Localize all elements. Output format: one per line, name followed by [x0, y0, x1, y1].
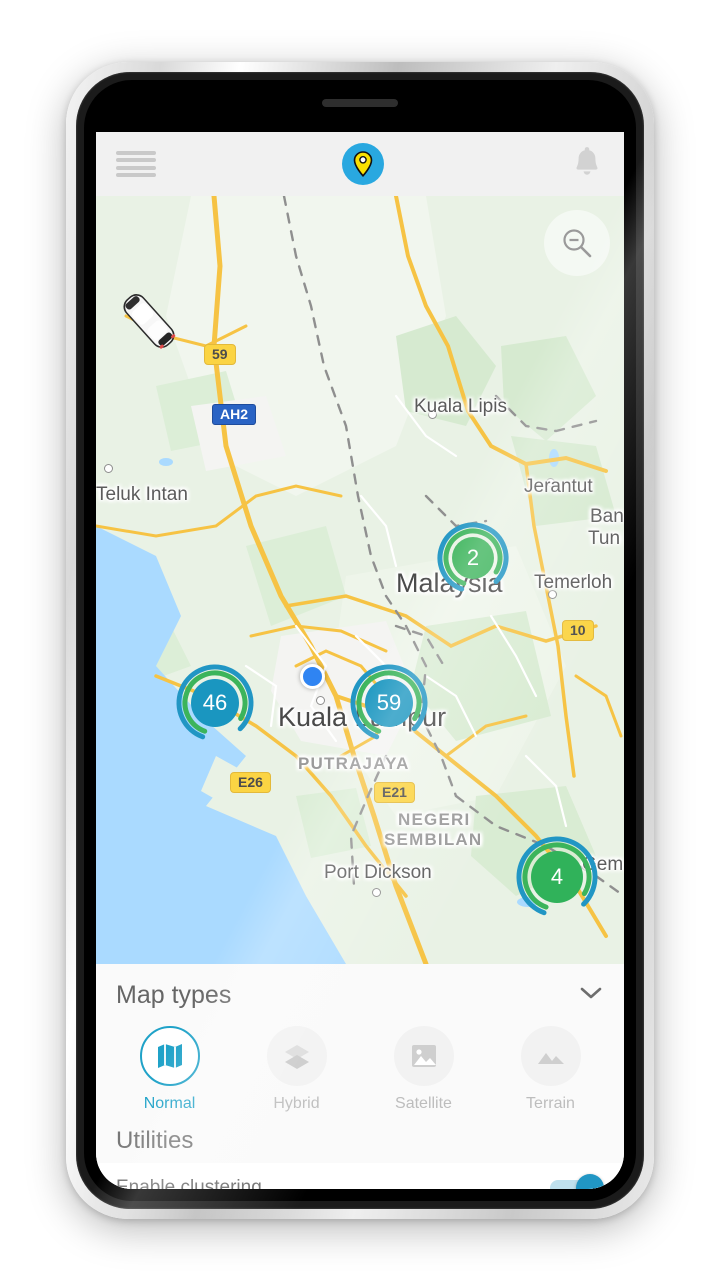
map-type-options: Normal Hybrid Satellite Terrain [96, 1026, 624, 1113]
map-label: Ban [590, 506, 624, 527]
utilities-list: Enable clusteringShow device sensorsShow… [96, 1163, 624, 1189]
cluster-count: 2 [466, 545, 480, 570]
map-type-terrain[interactable]: Terrain [496, 1026, 606, 1113]
cluster-marker[interactable]: 46 [176, 664, 254, 742]
cluster-marker[interactable]: 4 [516, 836, 598, 918]
map-label: Teluk Intan [96, 484, 188, 505]
toggle-knob [576, 1173, 604, 1189]
chevron-down-icon[interactable] [578, 985, 604, 1006]
bottom-sheet: Map types Normal Hybrid Satellite Terrain U… [96, 964, 624, 1189]
map-type-hybrid[interactable]: Hybrid [242, 1026, 352, 1113]
map-label: SEMBILAN [384, 830, 483, 849]
map-pin-logo-icon [342, 143, 384, 185]
map-label: Kuala Lipis [414, 396, 507, 417]
highway-shield: 10 [562, 620, 594, 642]
cluster-marker[interactable]: 2 [437, 522, 509, 594]
utilities-title: Utilities [116, 1127, 194, 1154]
pin-glyph [353, 151, 373, 177]
car-glyph [123, 294, 176, 349]
chevron-glyph [580, 987, 602, 998]
utility-toggle[interactable] [550, 1173, 604, 1189]
cluster-count: 46 [202, 690, 228, 715]
image-icon[interactable] [393, 1026, 454, 1086]
map-type-satellite[interactable]: Satellite [369, 1026, 479, 1113]
app-screen: Kuala Lipis Jerantut BanTun R Teluk Intan Ma… [96, 132, 624, 1189]
map-label: Port Dickson [324, 862, 432, 883]
map-icon[interactable] [139, 1026, 200, 1086]
mountains-icon[interactable] [520, 1026, 581, 1086]
map-label: Tun R [588, 528, 624, 549]
map-type-label: Normal [143, 1095, 196, 1112]
layers-icon[interactable] [266, 1026, 327, 1086]
map-label: Temerloh [534, 572, 613, 593]
magnifier-minus-glyph [563, 229, 592, 258]
earpiece-speaker [322, 99, 398, 107]
car-marker-icon[interactable] [110, 282, 188, 360]
cluster-marker[interactable]: 59 [350, 664, 428, 742]
current-location-dot [300, 664, 325, 689]
hamburger-menu-icon[interactable] [116, 151, 156, 177]
map-type-label: Satellite [395, 1095, 452, 1112]
map-type-label: Terrain [526, 1095, 575, 1112]
town-dot [372, 888, 381, 897]
town-dot [104, 464, 113, 473]
utility-row[interactable]: Enable clustering [96, 1163, 624, 1189]
highway-shield: E26 [230, 772, 271, 794]
map-canvas[interactable]: Kuala LipisJerantutBanTun RTeluk IntanMa… [96, 196, 624, 964]
map-label: Jerantut [524, 476, 593, 497]
map-types-title: Map types [116, 980, 232, 1009]
map-label: PUTRAJAYA [298, 754, 410, 773]
cluster-count: 4 [550, 864, 564, 889]
bell-glyph [576, 147, 598, 175]
utility-label: Enable clustering [116, 1176, 262, 1190]
map-type-label: Hybrid [273, 1095, 320, 1112]
bell-icon[interactable] [570, 146, 604, 182]
highway-shield: AH2 [212, 404, 257, 426]
search-minus-icon[interactable] [544, 210, 610, 276]
map-label: NEGERI [398, 810, 471, 829]
cluster-count: 59 [376, 690, 402, 715]
map-types-header[interactable]: Map types [96, 964, 624, 1026]
map-type-normal[interactable]: Normal [115, 1026, 225, 1113]
highway-shield: 59 [204, 344, 236, 366]
highway-shield: E21 [374, 782, 415, 804]
app-bar [96, 132, 624, 196]
